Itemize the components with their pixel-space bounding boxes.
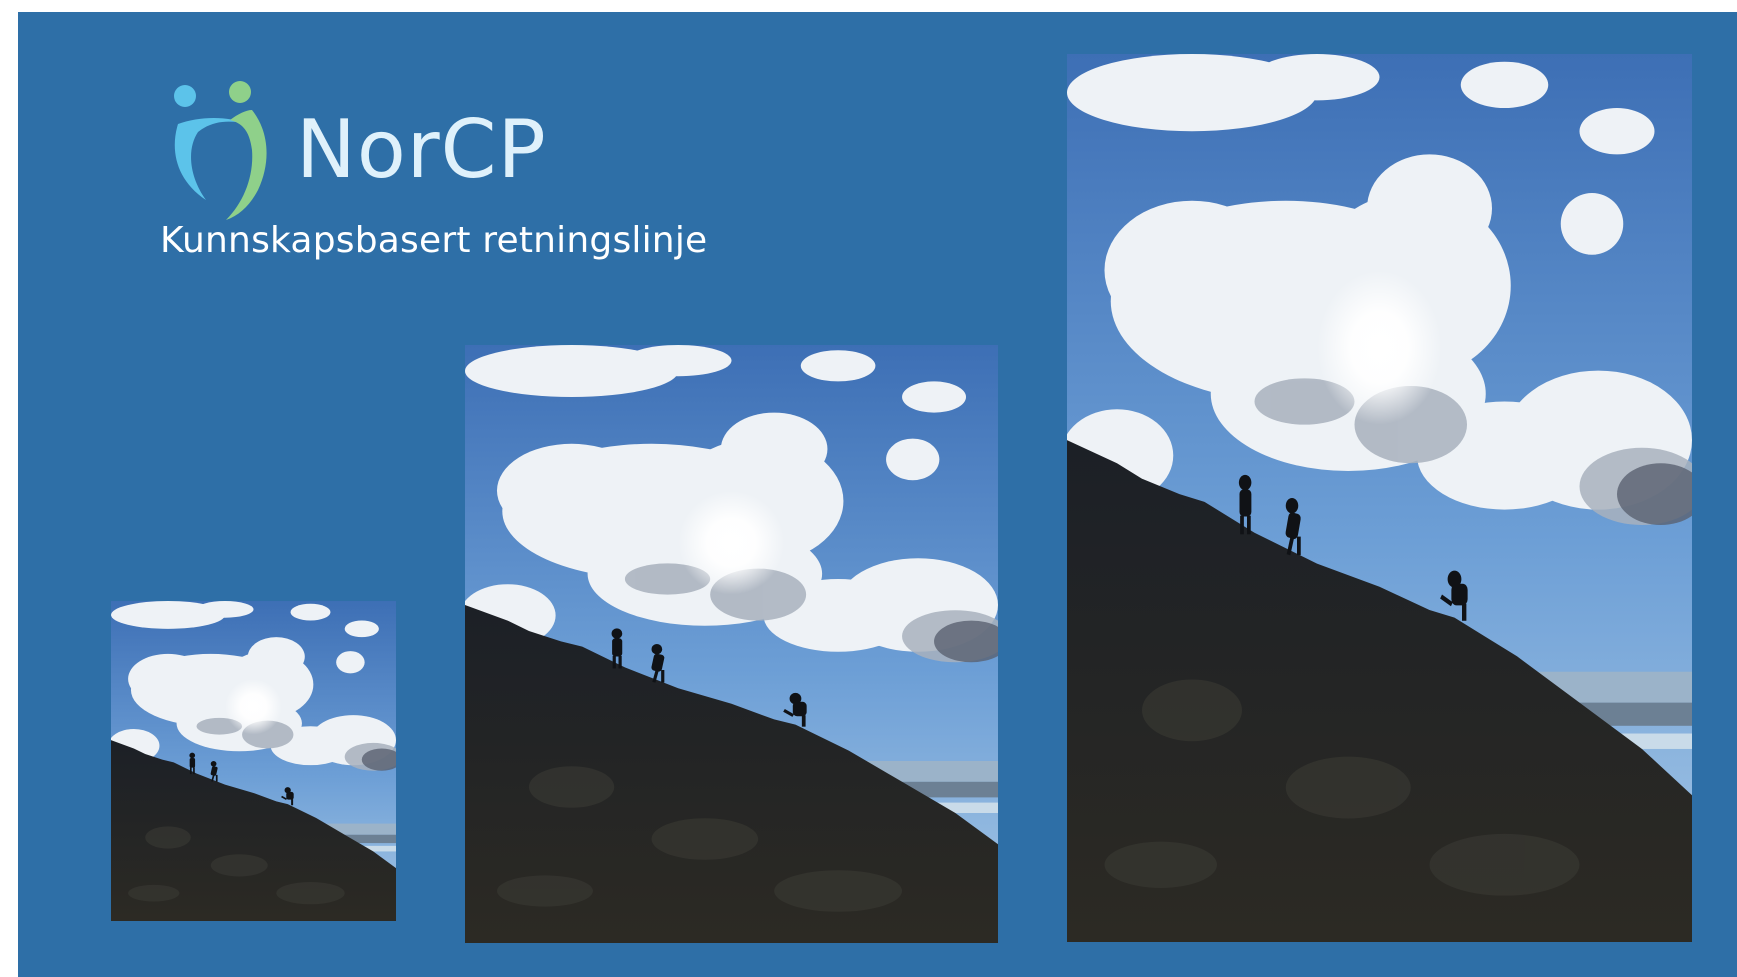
hikers-on-mountain-photo	[465, 345, 998, 943]
two-figures-embrace-icon	[174, 81, 267, 220]
hikers-on-mountain-photo	[1067, 54, 1692, 942]
hikers-photo-medium	[465, 345, 998, 943]
norcp-logo: NorCP Kunnskapsbasert retningslinje	[160, 80, 728, 280]
brand-name: NorCP	[296, 103, 547, 196]
slide-background: NorCP Kunnskapsbasert retningslinje	[18, 12, 1737, 977]
hikers-photo-large	[1067, 54, 1692, 942]
hikers-on-mountain-photo	[111, 601, 396, 921]
hikers-photo-small	[111, 601, 396, 921]
brand-tagline: Kunnskapsbasert retningslinje	[160, 220, 708, 261]
